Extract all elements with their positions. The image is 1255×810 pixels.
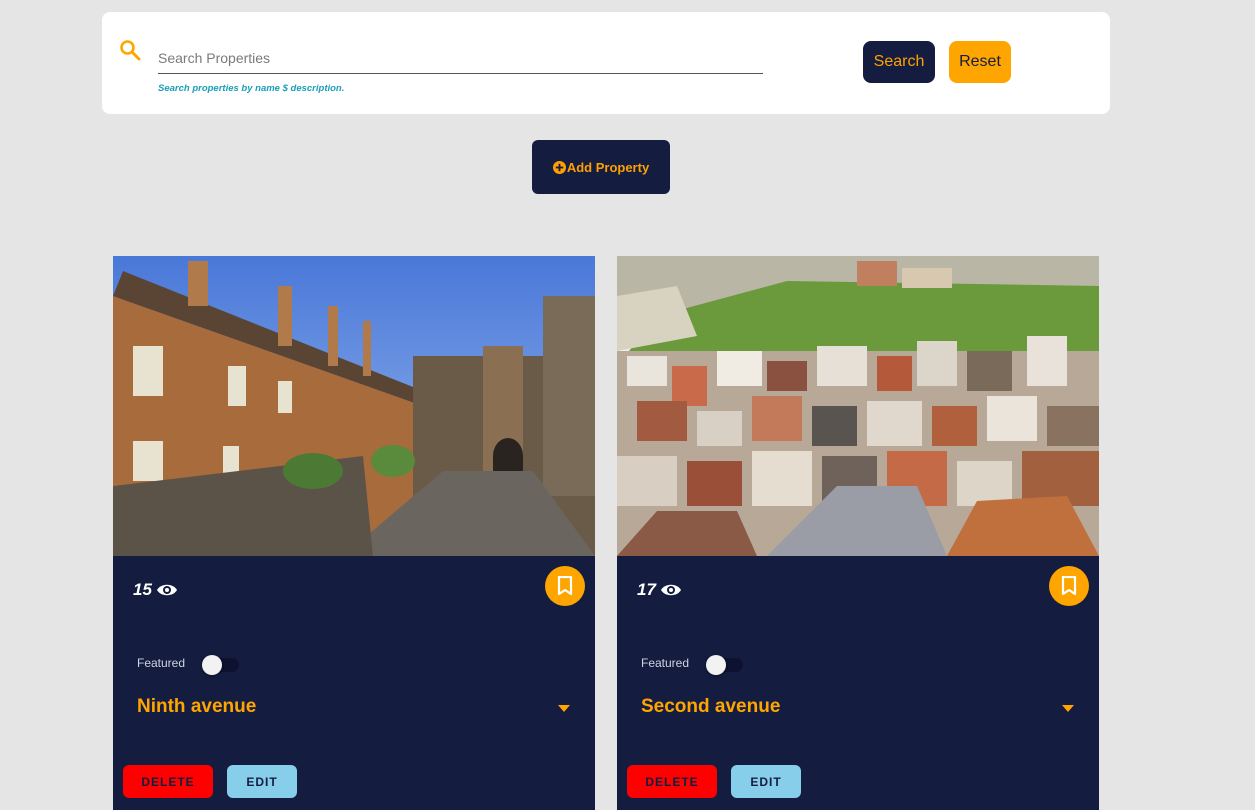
search-button[interactable]: Search (863, 41, 935, 83)
bookmark-icon (557, 576, 573, 596)
property-card: 17 Featured Second avenue DELETE EDIT (617, 256, 1099, 810)
property-card: 15 Featured Ninth avenue DELETE EDIT (113, 256, 595, 810)
search-icon (120, 40, 141, 61)
views-count: 15 (133, 580, 178, 600)
search-panel: Search properties by name $ description.… (102, 12, 1110, 114)
bookmark-icon (1061, 576, 1077, 596)
bookmark-button[interactable] (545, 566, 585, 606)
add-property-button[interactable]: Add Property (532, 140, 670, 194)
delete-button[interactable]: DELETE (627, 765, 717, 798)
property-title: Ninth avenue (137, 696, 257, 717)
edit-button[interactable]: EDIT (731, 765, 801, 798)
chevron-down-icon[interactable] (557, 703, 571, 713)
edit-button[interactable]: EDIT (227, 765, 297, 798)
add-circle-icon (552, 160, 566, 174)
search-helper-text: Search properties by name $ description. (158, 83, 345, 94)
views-count: 17 (637, 580, 682, 600)
views-value: 17 (637, 580, 656, 599)
toggle-knob (706, 655, 726, 675)
featured-toggle[interactable] (202, 655, 239, 675)
eye-icon (156, 584, 177, 596)
featured-label: Featured (137, 656, 186, 670)
add-property-label: Add Property (566, 159, 650, 175)
bookmark-button[interactable] (1049, 566, 1089, 606)
featured-toggle[interactable] (706, 655, 743, 675)
views-value: 15 (133, 580, 152, 599)
property-image (617, 256, 1099, 556)
toggle-knob (202, 655, 222, 675)
property-title: Second avenue (641, 696, 781, 717)
property-image (113, 256, 595, 556)
delete-button[interactable]: DELETE (123, 765, 213, 798)
reset-button[interactable]: Reset (949, 41, 1011, 83)
featured-label: Featured (641, 656, 690, 670)
chevron-down-icon[interactable] (1061, 703, 1075, 713)
search-input[interactable] (158, 48, 763, 74)
eye-icon (660, 584, 681, 596)
